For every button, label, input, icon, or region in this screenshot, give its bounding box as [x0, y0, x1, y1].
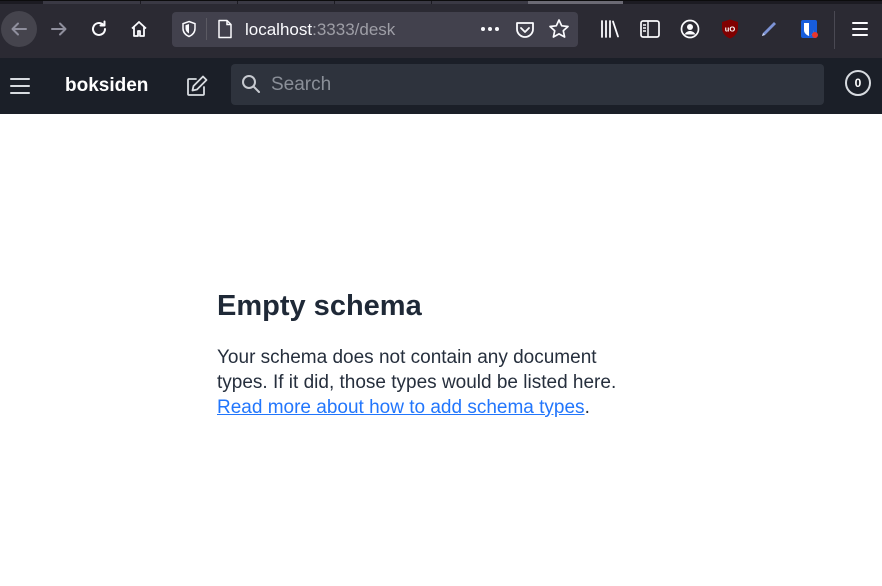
home-button[interactable]: [121, 11, 157, 47]
home-icon: [131, 21, 147, 37]
ublock-icon: uO: [722, 19, 738, 39]
sidebar-button[interactable]: [638, 17, 662, 41]
description-period: .: [584, 397, 590, 418]
description: Your schema does not contain any documen…: [217, 345, 647, 420]
search-box[interactable]: [231, 64, 824, 105]
arrow-right-icon: [51, 22, 67, 36]
bitwarden-button[interactable]: [797, 17, 821, 41]
toolbar-divider: [834, 11, 835, 49]
search-icon: [242, 75, 260, 93]
brand-title[interactable]: boksiden: [65, 75, 148, 97]
star-icon[interactable]: [548, 18, 570, 40]
reload-icon: [92, 20, 106, 36]
ublock-button[interactable]: uO: [718, 17, 742, 41]
compose-icon[interactable]: [184, 73, 210, 99]
pocket-icon[interactable]: [514, 19, 536, 41]
svg-text:uO: uO: [725, 25, 736, 34]
back-button[interactable]: [1, 11, 37, 47]
description-text: Your schema does not contain any documen…: [217, 347, 617, 393]
url-bar[interactable]: localhost:3333/desk: [172, 12, 578, 47]
url-separator: [206, 18, 207, 40]
library-button[interactable]: [598, 17, 622, 41]
browser-menu-button[interactable]: [848, 17, 872, 41]
more-dots-icon[interactable]: [479, 19, 501, 39]
url-text[interactable]: localhost:3333/desk: [245, 20, 395, 40]
hamburger-icon: [852, 22, 868, 36]
search-input[interactable]: [271, 64, 811, 105]
url-path: :3333/desk: [312, 20, 396, 39]
url-host: localhost: [245, 20, 313, 39]
pen-tool-button[interactable]: [757, 17, 781, 41]
page-title: Empty schema: [217, 290, 422, 322]
tab-strip: [0, 1, 882, 4]
pen-icon: [762, 22, 776, 36]
empty-schema-panel: Empty schema Your schema does not contai…: [217, 288, 657, 420]
reload-button[interactable]: [81, 11, 117, 47]
arrow-left-icon: [11, 22, 27, 36]
account-icon: [680, 19, 700, 39]
forward-button[interactable]: [41, 11, 77, 47]
menu-icon[interactable]: [8, 75, 32, 97]
library-icon: [601, 20, 619, 38]
notification-badge[interactable]: 0: [845, 70, 871, 96]
schema-docs-link[interactable]: Read more about how to add schema types: [217, 397, 585, 418]
sidebar-icon: [640, 20, 660, 38]
account-button[interactable]: [678, 17, 702, 41]
app-header: boksiden 0: [0, 58, 882, 114]
page-icon[interactable]: [216, 19, 234, 39]
bitwarden-icon: [801, 20, 818, 38]
shield-icon[interactable]: [180, 20, 198, 38]
browser-toolbar: localhost:3333/desk uO: [0, 0, 882, 59]
